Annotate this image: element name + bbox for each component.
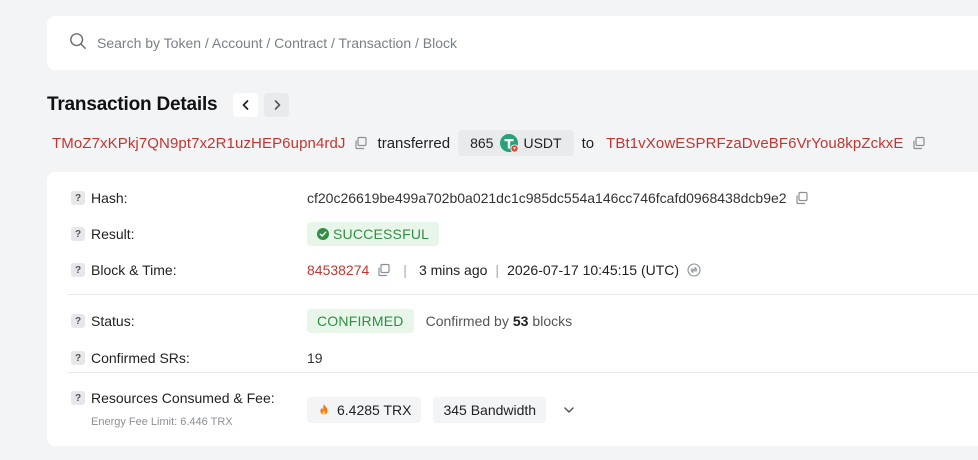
block-timestamp: 2026-07-17 10:45:15 (UTC) xyxy=(507,262,680,278)
help-icon[interactable]: ? xyxy=(71,191,85,205)
page-title: Transaction Details xyxy=(47,94,218,115)
chevron-left-icon xyxy=(242,100,249,110)
copy-icon[interactable] xyxy=(354,136,368,150)
separator: | xyxy=(403,262,407,278)
block-time-value-wrap: 84538274 | 3 mins ago | 2026-07-17 10:45… xyxy=(307,262,701,278)
resources-value-wrap: 6.4285 TRX 345 Bandwidth xyxy=(307,397,576,423)
help-icon[interactable]: ? xyxy=(71,263,85,277)
status-badge: CONFIRMED xyxy=(307,309,414,333)
search-icon xyxy=(69,32,87,55)
to-address-link[interactable]: TBt1vXowESPRFzaDveBF6VrYou8kpZckxE xyxy=(606,135,903,152)
chevron-right-icon xyxy=(274,100,281,110)
transaction-details-card: ? Hash: cf20c26619be499a702b0a021dc1c985… xyxy=(47,172,978,446)
confirmed-srs-row: ? Confirmed SRs: 19 xyxy=(47,348,978,368)
confirmed-count: 53 xyxy=(512,313,529,329)
trx-fee-value: 6.4285 TRX xyxy=(337,402,412,418)
search-bar[interactable] xyxy=(47,16,978,70)
to-text: to xyxy=(581,134,595,152)
help-icon[interactable]: ? xyxy=(71,391,85,405)
expand-resources-button[interactable] xyxy=(562,403,576,417)
hash-label: Hash: xyxy=(91,190,128,206)
search-input[interactable] xyxy=(97,35,797,51)
copy-icon[interactable] xyxy=(912,136,926,150)
bandwidth-value: 345 Bandwidth xyxy=(443,402,537,418)
block-time-label: Block & Time: xyxy=(91,262,177,278)
relative-time: 3 mins ago xyxy=(418,262,488,278)
hash-value: cf20c26619be499a702b0a021dc1c985dc554a14… xyxy=(307,190,787,206)
from-address-link[interactable]: TMoZ7xKPkj7QN9pt7x2R1uzHEP6upn4rdJ xyxy=(52,135,346,152)
copy-icon[interactable] xyxy=(377,263,391,277)
status-label: Status: xyxy=(91,313,135,329)
result-value-wrap: SUCCESSFUL xyxy=(307,222,440,246)
confirmed-suffix: blocks xyxy=(532,313,573,329)
token-symbol: USDT xyxy=(523,135,562,151)
result-label: Result: xyxy=(91,226,135,242)
fire-icon xyxy=(320,404,328,415)
divider xyxy=(67,294,978,295)
resources-label: Resources Consumed & Fee: xyxy=(91,390,275,406)
trx-fee-chip: 6.4285 TRX xyxy=(307,397,422,423)
divider xyxy=(67,372,978,373)
block-number-link[interactable]: 84538274 xyxy=(307,262,369,278)
token-amount: 865 xyxy=(470,135,494,151)
confirmed-srs-value: 19 xyxy=(307,350,323,366)
block-time-row: ? Block & Time: 84538274 | 3 mins ago | … xyxy=(47,260,978,280)
copy-icon[interactable] xyxy=(795,191,809,205)
confirmed-srs-label: Confirmed SRs: xyxy=(91,350,190,366)
confirmed-prefix: Confirmed by xyxy=(425,313,509,329)
clock-convert-icon[interactable] xyxy=(687,263,701,277)
previous-transaction-button[interactable] xyxy=(233,93,259,117)
next-transaction-button[interactable] xyxy=(264,93,290,117)
transferred-text: transferred xyxy=(377,134,451,152)
help-icon[interactable]: ? xyxy=(71,351,85,365)
check-circle-icon xyxy=(317,228,329,240)
hash-row: ? Hash: cf20c26619be499a702b0a021dc1c985… xyxy=(47,188,978,208)
result-row: ? Result: SUCCESSFUL xyxy=(47,222,978,246)
energy-fee-limit: Energy Fee Limit: 6.446 TRX xyxy=(91,416,233,428)
help-icon[interactable]: ? xyxy=(71,227,85,241)
status-row: ? Status: CONFIRMED Confirmed by 53 bloc… xyxy=(47,309,978,333)
hash-value-wrap: cf20c26619be499a702b0a021dc1c985dc554a14… xyxy=(307,190,819,206)
bandwidth-chip: 345 Bandwidth xyxy=(433,397,547,423)
separator: | xyxy=(495,262,500,278)
chevron-down-icon xyxy=(564,407,574,413)
transfer-summary: TMoZ7xKPkj7QN9pt7x2R1uzHEP6upn4rdJ trans… xyxy=(52,130,936,156)
usdt-token-icon xyxy=(499,133,519,153)
title-row: Transaction Details xyxy=(47,92,290,118)
result-value: SUCCESSFUL xyxy=(333,226,430,242)
token-amount-chip: 865 USDT xyxy=(458,130,574,156)
help-icon[interactable]: ? xyxy=(71,314,85,328)
status-value-wrap: CONFIRMED Confirmed by 53 blocks xyxy=(307,309,572,333)
result-badge: SUCCESSFUL xyxy=(307,222,440,246)
